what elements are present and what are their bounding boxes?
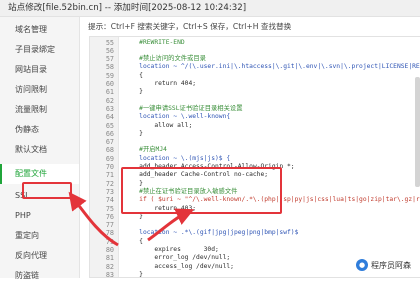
code-line: expires 30d;: [124, 246, 219, 253]
line-number: 71: [105, 171, 114, 180]
line-number: 57: [105, 55, 114, 64]
line-number: 73: [105, 187, 114, 196]
editor-scrollbar[interactable]: [415, 77, 420, 187]
code-line: location ~ ^/(\.user.ini|\.htaccess|\.gi…: [124, 63, 420, 71]
code-line: location ~ \.(mjs|js)$ {: [124, 154, 231, 162]
line-number: 66: [105, 129, 114, 138]
line-number: 80: [105, 246, 114, 254]
line-number: 82: [105, 262, 114, 271]
code-line: location ~ \.well-known{: [124, 113, 231, 121]
line-number: 78: [105, 229, 114, 238]
sidebar-item-subdir[interactable]: 子目录绑定: [0, 40, 79, 60]
line-number: 77: [105, 221, 114, 230]
sidebar-item-hotlink[interactable]: 防盗链: [0, 266, 79, 286]
code-line: return 404;: [124, 80, 197, 87]
line-number: 65: [105, 121, 114, 130]
line-number: 75: [105, 204, 114, 213]
sidebar-item-default-doc[interactable]: 默认文档: [0, 140, 79, 160]
watermark-logo-icon: ●: [356, 259, 368, 271]
code-line: #禁止访问的文件或目录: [124, 55, 206, 63]
line-number: 79: [105, 237, 114, 246]
sidebar-item-php[interactable]: PHP: [0, 206, 79, 226]
sidebar-item-rewrite[interactable]: 伪静态: [0, 120, 79, 140]
line-number: 81: [105, 254, 114, 263]
code-line: {: [124, 71, 143, 79]
line-number: 68: [105, 146, 114, 155]
line-number: 59: [105, 71, 114, 80]
line-number: 83: [105, 270, 114, 278]
line-number: 60: [105, 80, 114, 88]
code-line: {: [124, 237, 143, 245]
editor-hint: 提示：Ctrl+F 搜索关键字，Ctrl+S 保存，Ctrl+H 查找替换: [88, 22, 292, 31]
annotation-highlight-box: [121, 167, 282, 214]
code-line: }: [124, 212, 143, 220]
code-line: }: [124, 88, 143, 96]
line-number: 63: [105, 104, 114, 113]
sidebar-item-reverse-proxy[interactable]: 反向代理: [0, 246, 79, 266]
line-number: 61: [105, 88, 114, 97]
code-editor[interactable]: 55 #REWRITE-END 56 57 #禁止访问的文件或目录 58 locati…: [89, 36, 420, 278]
line-number: 69: [105, 154, 114, 163]
line-number: 72: [105, 179, 114, 188]
code-line: }: [124, 129, 143, 137]
code-line: access_log /dev/null;: [124, 262, 234, 270]
code-line: error_log /dev/null;: [124, 254, 231, 262]
code-line: #开启MJ4: [124, 146, 167, 154]
code-line: location ~ .*\.(gif|jpg|jpeg|png|bmp|swf…: [124, 229, 299, 237]
sidebar-item-access-limit[interactable]: 访问限制: [0, 80, 79, 100]
sidebar-item-redirect[interactable]: 重定向: [0, 226, 79, 246]
annotation-sidebar-box: [22, 182, 72, 199]
sidebar: 域名管理 子目录绑定 网站目录 访问限制 流量限制 伪静态 默认文档 配置文件 …: [0, 17, 80, 280]
line-number: 70: [105, 163, 114, 171]
sidebar-item-site-dir[interactable]: 网站目录: [0, 60, 79, 80]
line-number: 55: [105, 38, 114, 47]
code-line: #REWRITE-END: [124, 38, 185, 46]
sidebar-item-domain[interactable]: 域名管理: [0, 20, 79, 40]
line-number: 76: [105, 212, 114, 221]
sidebar-item-config-file[interactable]: 配置文件: [0, 164, 79, 184]
sidebar-item-traffic-limit[interactable]: 流量限制: [0, 100, 79, 120]
watermark-text: 程序员阿森: [371, 260, 411, 270]
code-line: }: [124, 270, 143, 278]
line-number: 58: [105, 63, 114, 72]
line-number: 56: [105, 46, 114, 55]
window-title: 站点修改[file.52bin.cn] -- 添加时间[2025-08-12 1…: [0, 0, 420, 17]
line-number: 67: [105, 138, 114, 147]
watermark: ● 程序员阿森: [353, 257, 414, 273]
code-line: #一键申请SSL证书验证目录相关设置: [124, 104, 243, 112]
line-number: 62: [105, 96, 114, 105]
line-number: 64: [105, 113, 114, 122]
line-number: 74: [105, 196, 114, 205]
code-line: allow all;: [124, 121, 193, 129]
